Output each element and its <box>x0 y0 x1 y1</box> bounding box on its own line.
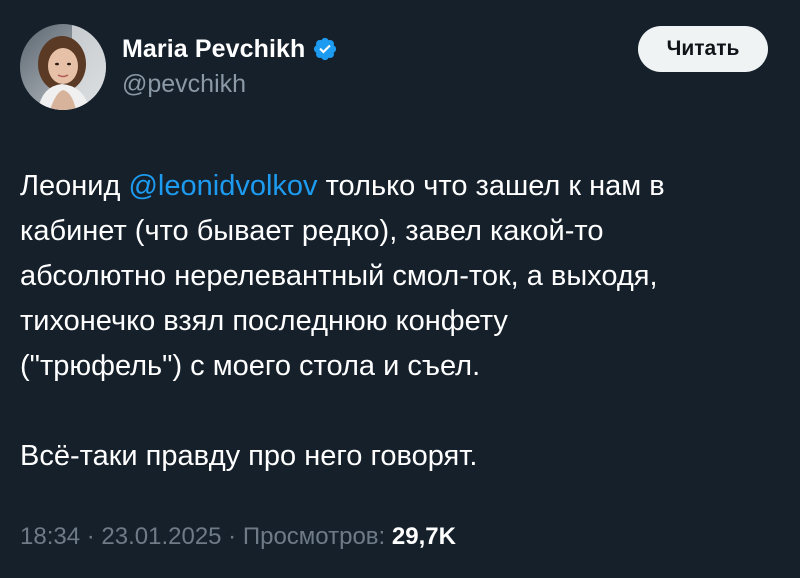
mention-link[interactable]: @leonidvolkov <box>128 170 317 202</box>
views-label: Просмотров: <box>242 523 386 550</box>
avatar[interactable] <box>20 24 106 110</box>
tweet-text-segment: только что зашел к нам в <box>317 170 665 202</box>
tweet-text: Леонид @leonidvolkov только что зашел к … <box>20 164 785 479</box>
follow-button[interactable]: Читать <box>638 26 768 72</box>
tweet-text-segment: Леонид <box>20 170 129 202</box>
author-handle[interactable]: @pevchikh <box>122 70 338 99</box>
tweet-line-2: кабинет (что бывает редко), завел какой-… <box>20 215 604 247</box>
avatar-photo <box>20 24 106 110</box>
meta-separator: · <box>80 523 102 550</box>
views-count[interactable]: 29,7K <box>392 523 456 550</box>
tweet-line-6: Всё-таки правду про него говорят. <box>20 440 478 472</box>
tweet-meta: 18:34 · 23.01.2025 · Просмотров: 29,7K <box>20 523 456 551</box>
meta-separator: · <box>221 523 243 550</box>
author-name-row: Maria Pevchikh <box>122 32 338 66</box>
verified-badge-icon[interactable] <box>312 36 338 62</box>
tweet-time[interactable]: 18:34 <box>20 523 80 550</box>
tweet-date[interactable]: 23.01.2025 <box>101 523 221 550</box>
tweet-line-3: абсолютно нерелевантный смол-ток, а выхо… <box>20 260 658 292</box>
tweet-line-1: Леонид @leonidvolkov только что зашел к … <box>20 164 785 209</box>
tweet-line-4: тихонечко взял последнюю конфету <box>20 305 508 337</box>
author-name[interactable]: Maria Pevchikh <box>122 35 305 64</box>
author-info: Maria Pevchikh @pevchikh <box>122 32 338 99</box>
tweet-line-5: ("трюфель") с моего стола и съел. <box>20 350 481 382</box>
